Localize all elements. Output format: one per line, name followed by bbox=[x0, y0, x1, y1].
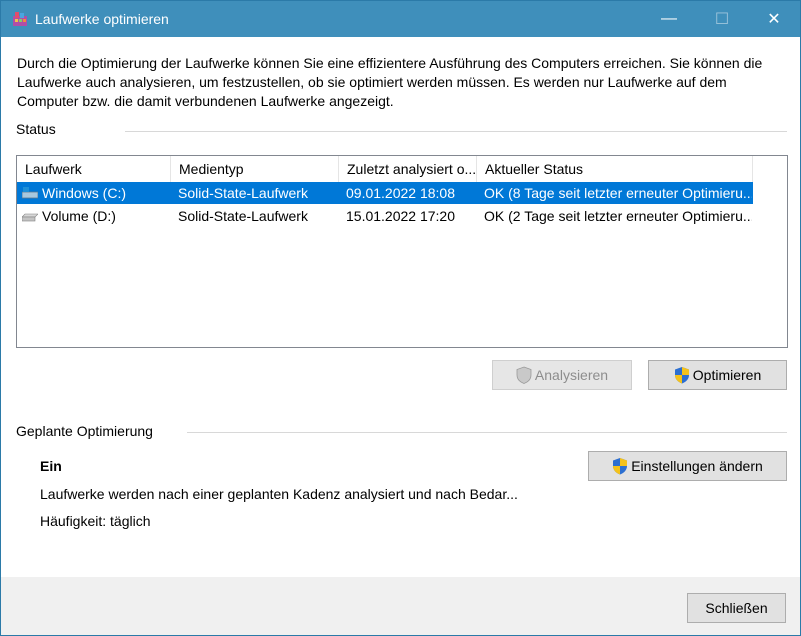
scheduled-description: Laufwerke werden nach einer geplanten Ka… bbox=[40, 486, 518, 502]
drive-status: OK (2 Tage seit letzter erneuter Optimie… bbox=[484, 208, 752, 224]
close-window-button[interactable]: ✕ bbox=[751, 1, 797, 37]
column-header-drive[interactable]: Laufwerk bbox=[17, 156, 171, 182]
column-header-last-analyzed[interactable]: Zuletzt analysiert o... bbox=[339, 156, 477, 182]
analyze-button[interactable]: Analysieren bbox=[492, 360, 632, 390]
column-header-current-status[interactable]: Aktueller Status bbox=[477, 156, 753, 182]
optimize-button-label: Optimieren bbox=[692, 367, 762, 383]
close-button[interactable]: Schließen bbox=[687, 593, 786, 623]
minimize-button[interactable]: — bbox=[646, 1, 692, 37]
uac-shield-icon bbox=[516, 366, 532, 384]
system-drive-icon bbox=[22, 187, 38, 199]
drive-name: Volume (D:) bbox=[42, 208, 116, 224]
scheduled-section-label: Geplante Optimierung bbox=[16, 423, 153, 439]
status-section-label: Status bbox=[16, 121, 56, 137]
intro-text: Durch die Optimierung der Laufwerke könn… bbox=[17, 55, 763, 109]
drive-list-header: Laufwerk Medientyp Zuletzt analysiert o.… bbox=[17, 156, 787, 182]
uac-shield-icon bbox=[613, 458, 628, 475]
maximize-icon: ☐ bbox=[714, 11, 730, 28]
drive-list[interactable]: Laufwerk Medientyp Zuletzt analysiert o.… bbox=[16, 155, 788, 348]
drive-status: OK (8 Tage seit letzter erneuter Optimie… bbox=[484, 185, 752, 201]
maximize-button: ☐ bbox=[699, 1, 745, 37]
drive-media-type: Solid-State-Laufwerk bbox=[178, 208, 308, 224]
change-settings-button[interactable]: Einstellungen ändern bbox=[588, 451, 787, 481]
close-button-label: Schließen bbox=[705, 600, 768, 616]
title-bar[interactable]: Laufwerke optimieren — ☐ ✕ bbox=[1, 1, 800, 37]
change-settings-button-label: Einstellungen ändern bbox=[631, 458, 763, 474]
scheduled-frequency: Häufigkeit: täglich bbox=[40, 513, 151, 529]
drive-name: Windows (C:) bbox=[42, 185, 127, 201]
close-icon: ✕ bbox=[767, 11, 781, 28]
drive-row[interactable]: Volume (D:) Solid-State-Laufwerk 15.01.2… bbox=[17, 205, 753, 227]
drive-icon bbox=[22, 213, 38, 222]
optimize-button[interactable]: Optimieren bbox=[648, 360, 787, 390]
minimize-icon: — bbox=[661, 10, 677, 27]
defrag-app-icon bbox=[13, 12, 27, 26]
drive-row[interactable]: Windows (C:) Solid-State-Laufwerk 09.01.… bbox=[17, 182, 753, 204]
drive-last-analyzed: 15.01.2022 17:20 bbox=[346, 208, 455, 224]
window-title: Laufwerke optimieren bbox=[35, 11, 169, 27]
uac-shield-icon bbox=[674, 367, 689, 384]
drive-last-analyzed: 09.01.2022 18:08 bbox=[346, 185, 455, 201]
optimize-drives-window: Laufwerke optimieren — ☐ ✕ Durch die Opt… bbox=[0, 0, 801, 636]
column-header-media-type[interactable]: Medientyp bbox=[171, 156, 339, 182]
dialog-footer: Schließen bbox=[1, 577, 800, 635]
scheduled-divider bbox=[187, 432, 787, 433]
scheduled-state: Ein bbox=[40, 458, 62, 474]
drive-media-type: Solid-State-Laufwerk bbox=[178, 185, 308, 201]
analyze-button-label: Analysieren bbox=[534, 367, 609, 383]
status-divider bbox=[125, 131, 787, 132]
